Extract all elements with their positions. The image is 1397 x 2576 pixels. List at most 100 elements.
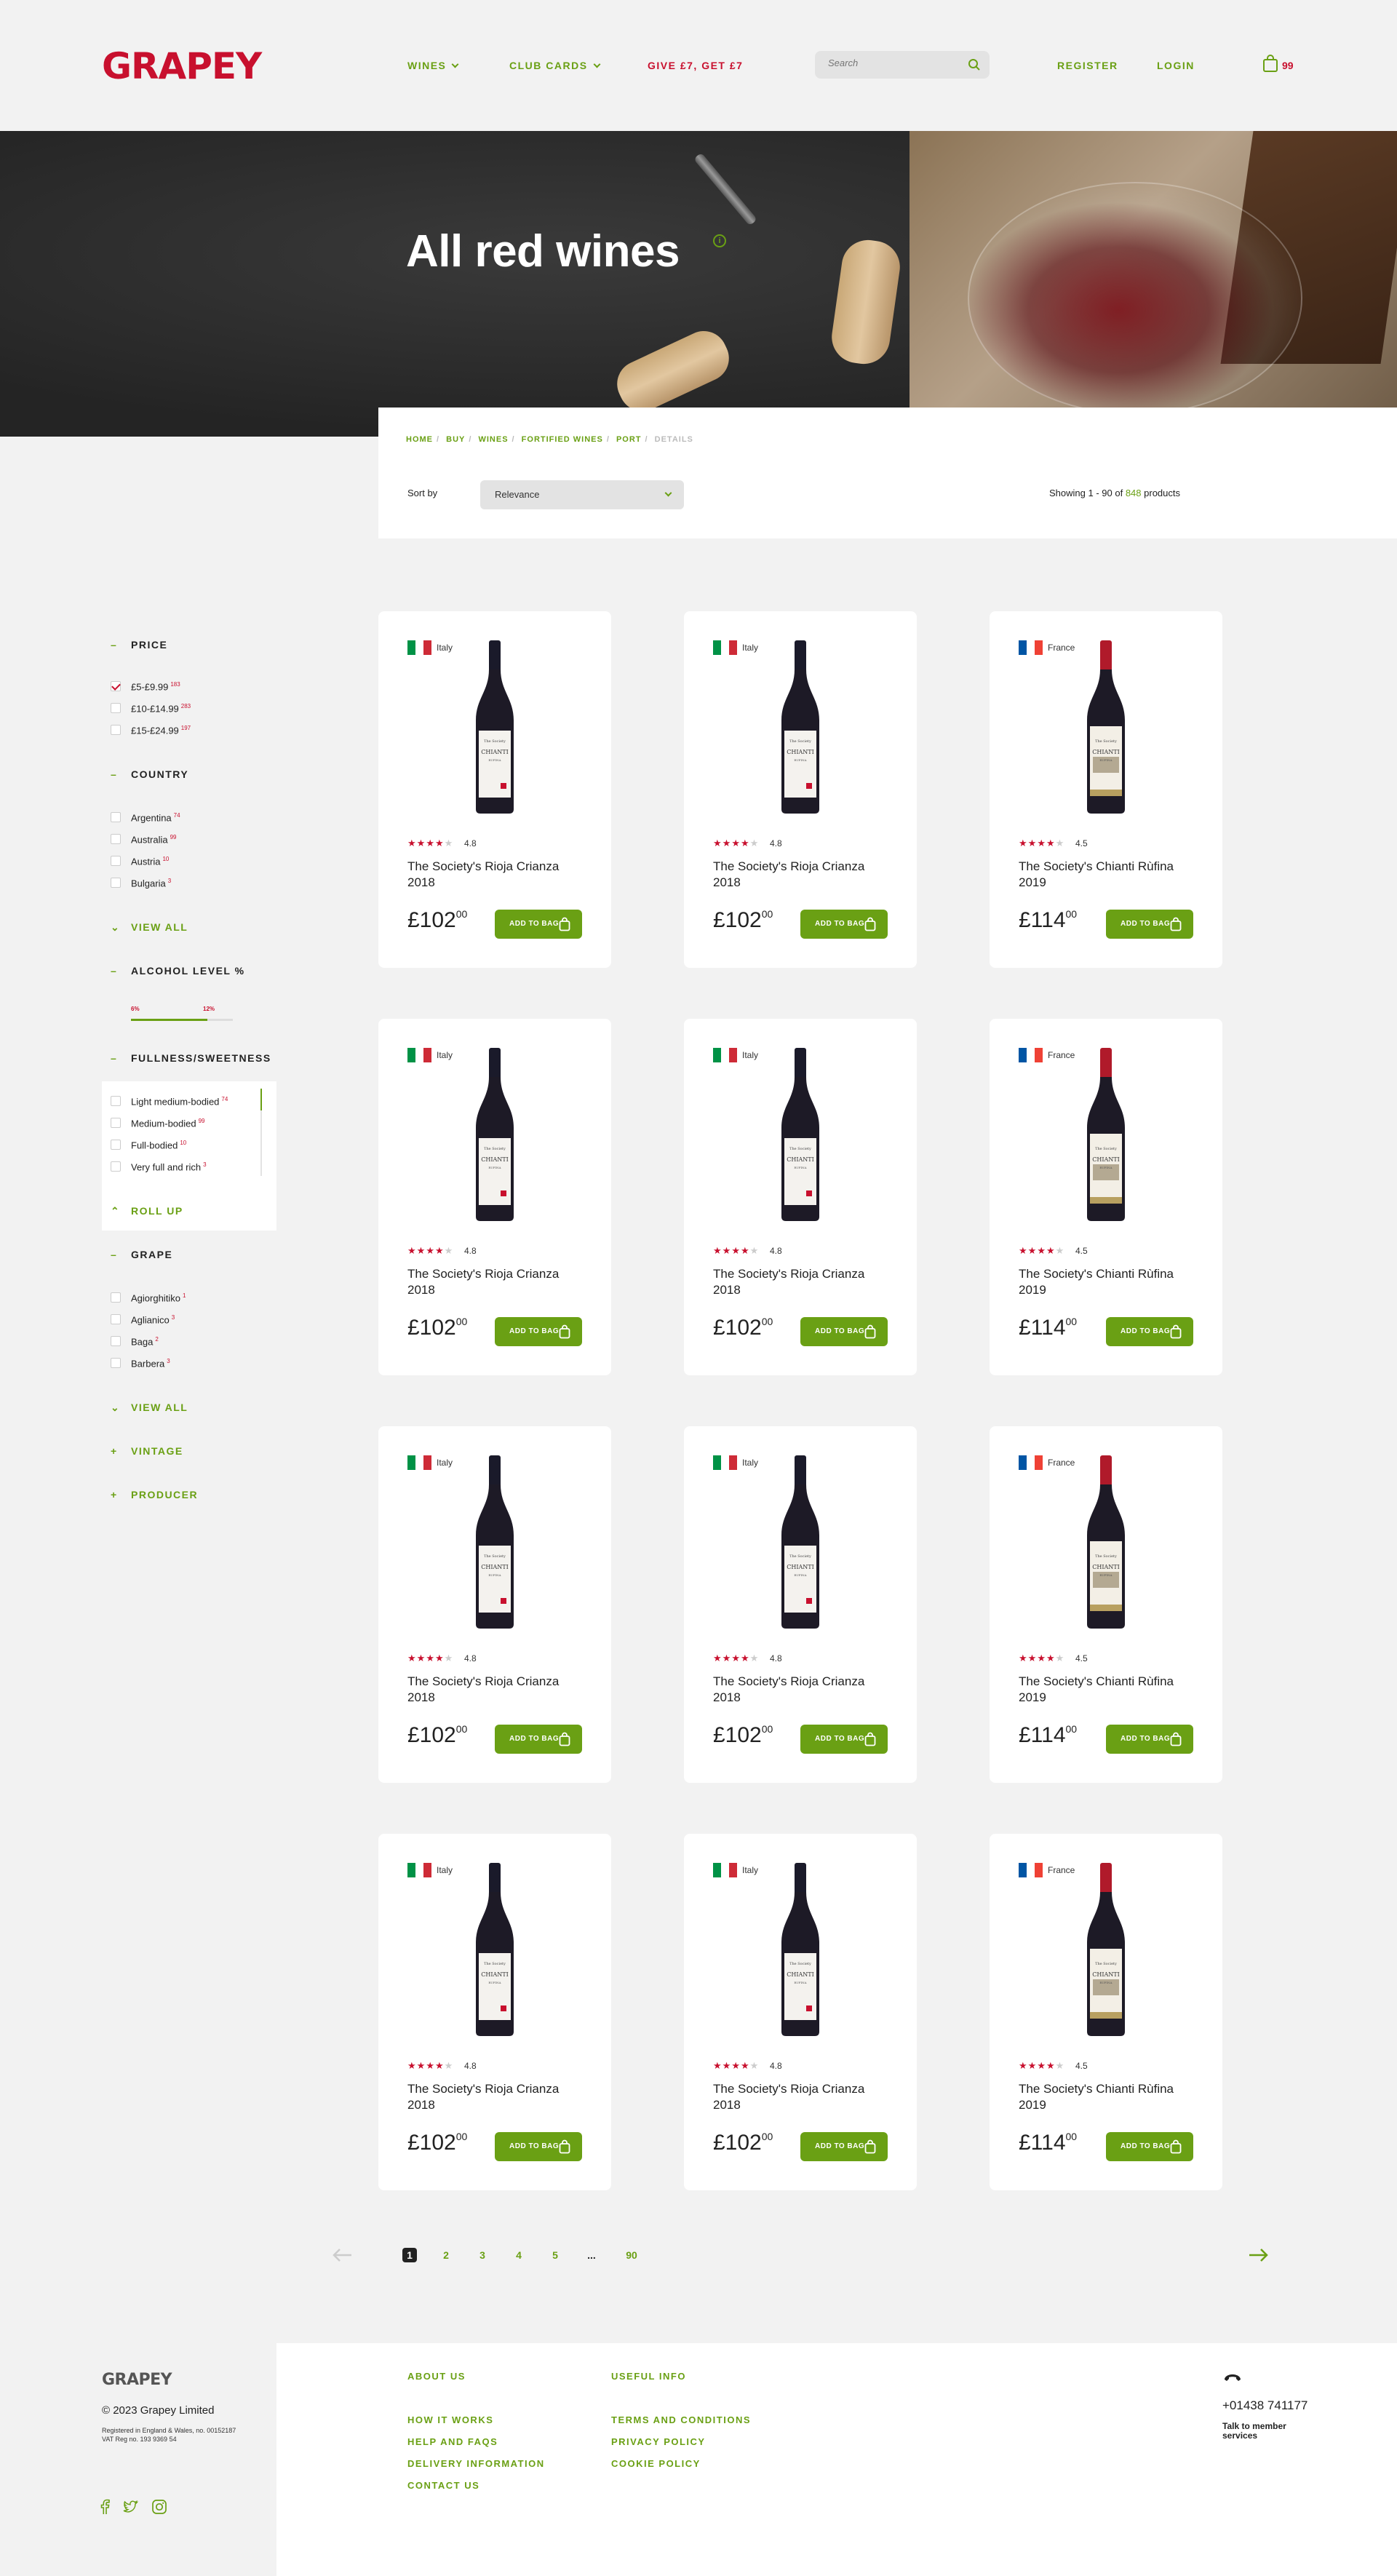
phone-number[interactable]: +01438 741177 — [1222, 2398, 1308, 2413]
footer-link[interactable]: PRIVACY POLICY — [611, 2436, 706, 2447]
footer-link[interactable]: CONTACT US — [407, 2480, 479, 2491]
product-card[interactable]: France The Society CHIANTI RUFINA ★★★★★ 4.5 Th… — [990, 611, 1222, 968]
add-to-bag-button[interactable]: ADD TO BAG — [495, 2132, 582, 2161]
search-box[interactable] — [815, 51, 990, 79]
next-page-arrow-icon[interactable] — [1248, 2246, 1270, 2264]
checkbox[interactable] — [111, 1314, 121, 1324]
nav-promo[interactable]: GIVE £7, GET £7 — [648, 60, 743, 71]
search-icon[interactable] — [968, 58, 981, 71]
checkbox[interactable] — [111, 1161, 121, 1172]
wine-bottle-image[interactable]: The Society CHIANTI RUFINA — [474, 1455, 515, 1630]
product-card[interactable]: Italy The Society CHIANTI RUFINA ★★★★★ 4.8 The… — [684, 1834, 917, 2190]
add-to-bag-button[interactable]: ADD TO BAG — [800, 1725, 888, 1754]
site-logo[interactable]: GRAPEY — [102, 45, 262, 87]
page-number[interactable]: 2 — [439, 2248, 453, 2262]
wine-bottle-image[interactable]: The Society CHIANTI RUFINA — [1086, 640, 1126, 815]
checkbox[interactable] — [111, 878, 121, 888]
wine-bottle-image[interactable]: The Society CHIANTI RUFINA — [474, 640, 515, 815]
add-to-bag-button[interactable]: ADD TO BAG — [1106, 1725, 1193, 1754]
checkbox[interactable] — [111, 1140, 121, 1150]
product-card[interactable]: Italy The Society CHIANTI RUFINA ★★★★★ 4.8 The… — [684, 611, 917, 968]
product-name[interactable]: The Society's Chianti Rùfina 2019 — [1019, 2081, 1201, 2113]
info-icon[interactable]: i — [713, 234, 726, 247]
breadcrumb-port[interactable]: PORT — [616, 435, 642, 444]
product-name[interactable]: The Society's Rioja Crianza 2018 — [713, 1266, 895, 1298]
page-number[interactable]: 3 — [475, 2248, 490, 2262]
wine-bottle-image[interactable]: The Society CHIANTI RUFINA — [474, 1863, 515, 2038]
sort-select[interactable]: Relevance — [480, 480, 684, 509]
shopping-bag-icon[interactable] — [1262, 54, 1279, 73]
product-name[interactable]: The Society's Rioja Crianza 2018 — [407, 2081, 589, 2113]
wine-bottle-image[interactable]: The Society CHIANTI RUFINA — [780, 1455, 821, 1630]
add-to-bag-button[interactable]: ADD TO BAG — [495, 1317, 582, 1346]
product-name[interactable]: The Society's Chianti Rùfina 2019 — [1019, 1266, 1201, 1298]
footer-link[interactable]: TERMS AND CONDITIONS — [611, 2414, 751, 2425]
facebook-icon[interactable] — [97, 2499, 114, 2515]
checkbox[interactable] — [111, 1292, 121, 1303]
nav-wines[interactable]: WINES — [407, 60, 459, 71]
page-number[interactable]: 5 — [548, 2248, 562, 2262]
product-card[interactable]: France The Society CHIANTI RUFINA ★★★★★ 4.5 Th… — [990, 1834, 1222, 2190]
page-number[interactable]: 1 — [402, 2248, 417, 2262]
add-to-bag-button[interactable]: ADD TO BAG — [495, 1725, 582, 1754]
product-name[interactable]: The Society's Rioja Crianza 2018 — [713, 2081, 895, 2113]
wine-bottle-image[interactable]: The Society CHIANTI RUFINA — [1086, 1863, 1126, 2038]
add-to-bag-button[interactable]: ADD TO BAG — [1106, 910, 1193, 939]
wine-bottle-image[interactable]: The Society CHIANTI RUFINA — [780, 1048, 821, 1223]
twitter-icon[interactable] — [122, 2499, 138, 2515]
product-name[interactable]: The Society's Rioja Crianza 2018 — [713, 1674, 895, 1706]
register-link[interactable]: REGISTER — [1057, 60, 1118, 71]
breadcrumb-wines[interactable]: WINES — [478, 435, 508, 444]
add-to-bag-button[interactable]: ADD TO BAG — [800, 1317, 888, 1346]
search-input[interactable] — [828, 57, 959, 68]
footer-logo[interactable]: GRAPEY — [102, 2371, 172, 2389]
nav-club-cards[interactable]: CLUB CARDS — [509, 60, 601, 71]
footer-link[interactable]: COOKIE POLICY — [611, 2458, 701, 2469]
checkbox[interactable] — [111, 856, 121, 866]
add-to-bag-button[interactable]: ADD TO BAG — [800, 2132, 888, 2161]
footer-link[interactable]: HELP AND FAQS — [407, 2436, 498, 2447]
add-to-bag-button[interactable]: ADD TO BAG — [800, 910, 888, 939]
wine-bottle-image[interactable]: The Society CHIANTI RUFINA — [1086, 1048, 1126, 1223]
product-card[interactable]: Italy The Society CHIANTI RUFINA ★★★★★ 4.8 The… — [684, 1019, 917, 1375]
add-to-bag-button[interactable]: ADD TO BAG — [495, 910, 582, 939]
product-name[interactable]: The Society's Rioja Crianza 2018 — [407, 1266, 589, 1298]
breadcrumb-buy[interactable]: BUY — [446, 435, 465, 444]
add-to-bag-button[interactable]: ADD TO BAG — [1106, 1317, 1193, 1346]
filter-scrollbar[interactable] — [260, 1089, 262, 1176]
scrollbar-thumb[interactable] — [260, 1089, 262, 1110]
checkbox[interactable] — [111, 1336, 121, 1346]
wine-bottle-image[interactable]: The Society CHIANTI RUFINA — [780, 640, 821, 815]
checkbox[interactable] — [111, 1096, 121, 1106]
page-number[interactable]: 4 — [512, 2248, 526, 2262]
product-card[interactable]: France The Society CHIANTI RUFINA ★★★★★ 4.5 Th… — [990, 1426, 1222, 1783]
product-card[interactable]: Italy The Society CHIANTI RUFINA ★★★★★ 4.8 The… — [378, 611, 611, 968]
instagram-icon[interactable] — [151, 2499, 167, 2515]
checkbox[interactable] — [111, 1358, 121, 1368]
wine-bottle-image[interactable]: The Society CHIANTI RUFINA — [474, 1048, 515, 1223]
wine-bottle-image[interactable]: The Society CHIANTI RUFINA — [780, 1863, 821, 2038]
footer-link[interactable]: DELIVERY INFORMATION — [407, 2458, 545, 2469]
product-card[interactable]: France The Society CHIANTI RUFINA ★★★★★ 4.5 Th… — [990, 1019, 1222, 1375]
breadcrumb-fortified-wines[interactable]: FORTIFIED WINES — [522, 435, 603, 444]
product-name[interactable]: The Society's Chianti Rùfina 2019 — [1019, 859, 1201, 891]
checkbox[interactable] — [111, 681, 121, 691]
product-name[interactable]: The Society's Rioja Crianza 2018 — [713, 859, 895, 891]
breadcrumb-home[interactable]: HOME — [406, 435, 433, 444]
product-name[interactable]: The Society's Rioja Crianza 2018 — [407, 859, 589, 891]
product-name[interactable]: The Society's Rioja Crianza 2018 — [407, 1674, 589, 1706]
prev-page-arrow-icon[interactable] — [331, 2246, 353, 2264]
product-card[interactable]: Italy The Society CHIANTI RUFINA ★★★★★ 4.8 The… — [378, 1019, 611, 1375]
product-name[interactable]: The Society's Chianti Rùfina 2019 — [1019, 1674, 1201, 1706]
login-link[interactable]: LOGIN — [1157, 60, 1195, 71]
checkbox[interactable] — [111, 703, 121, 713]
product-card[interactable]: Italy The Society CHIANTI RUFINA ★★★★★ 4.8 The… — [378, 1834, 611, 2190]
checkbox[interactable] — [111, 1118, 121, 1128]
product-card[interactable]: Italy The Society CHIANTI RUFINA ★★★★★ 4.8 The… — [684, 1426, 917, 1783]
page-number[interactable]: 90 — [624, 2248, 639, 2262]
checkbox[interactable] — [111, 834, 121, 844]
wine-bottle-image[interactable]: The Society CHIANTI RUFINA — [1086, 1455, 1126, 1630]
checkbox[interactable] — [111, 725, 121, 735]
product-card[interactable]: Italy The Society CHIANTI RUFINA ★★★★★ 4.8 The… — [378, 1426, 611, 1783]
add-to-bag-button[interactable]: ADD TO BAG — [1106, 2132, 1193, 2161]
